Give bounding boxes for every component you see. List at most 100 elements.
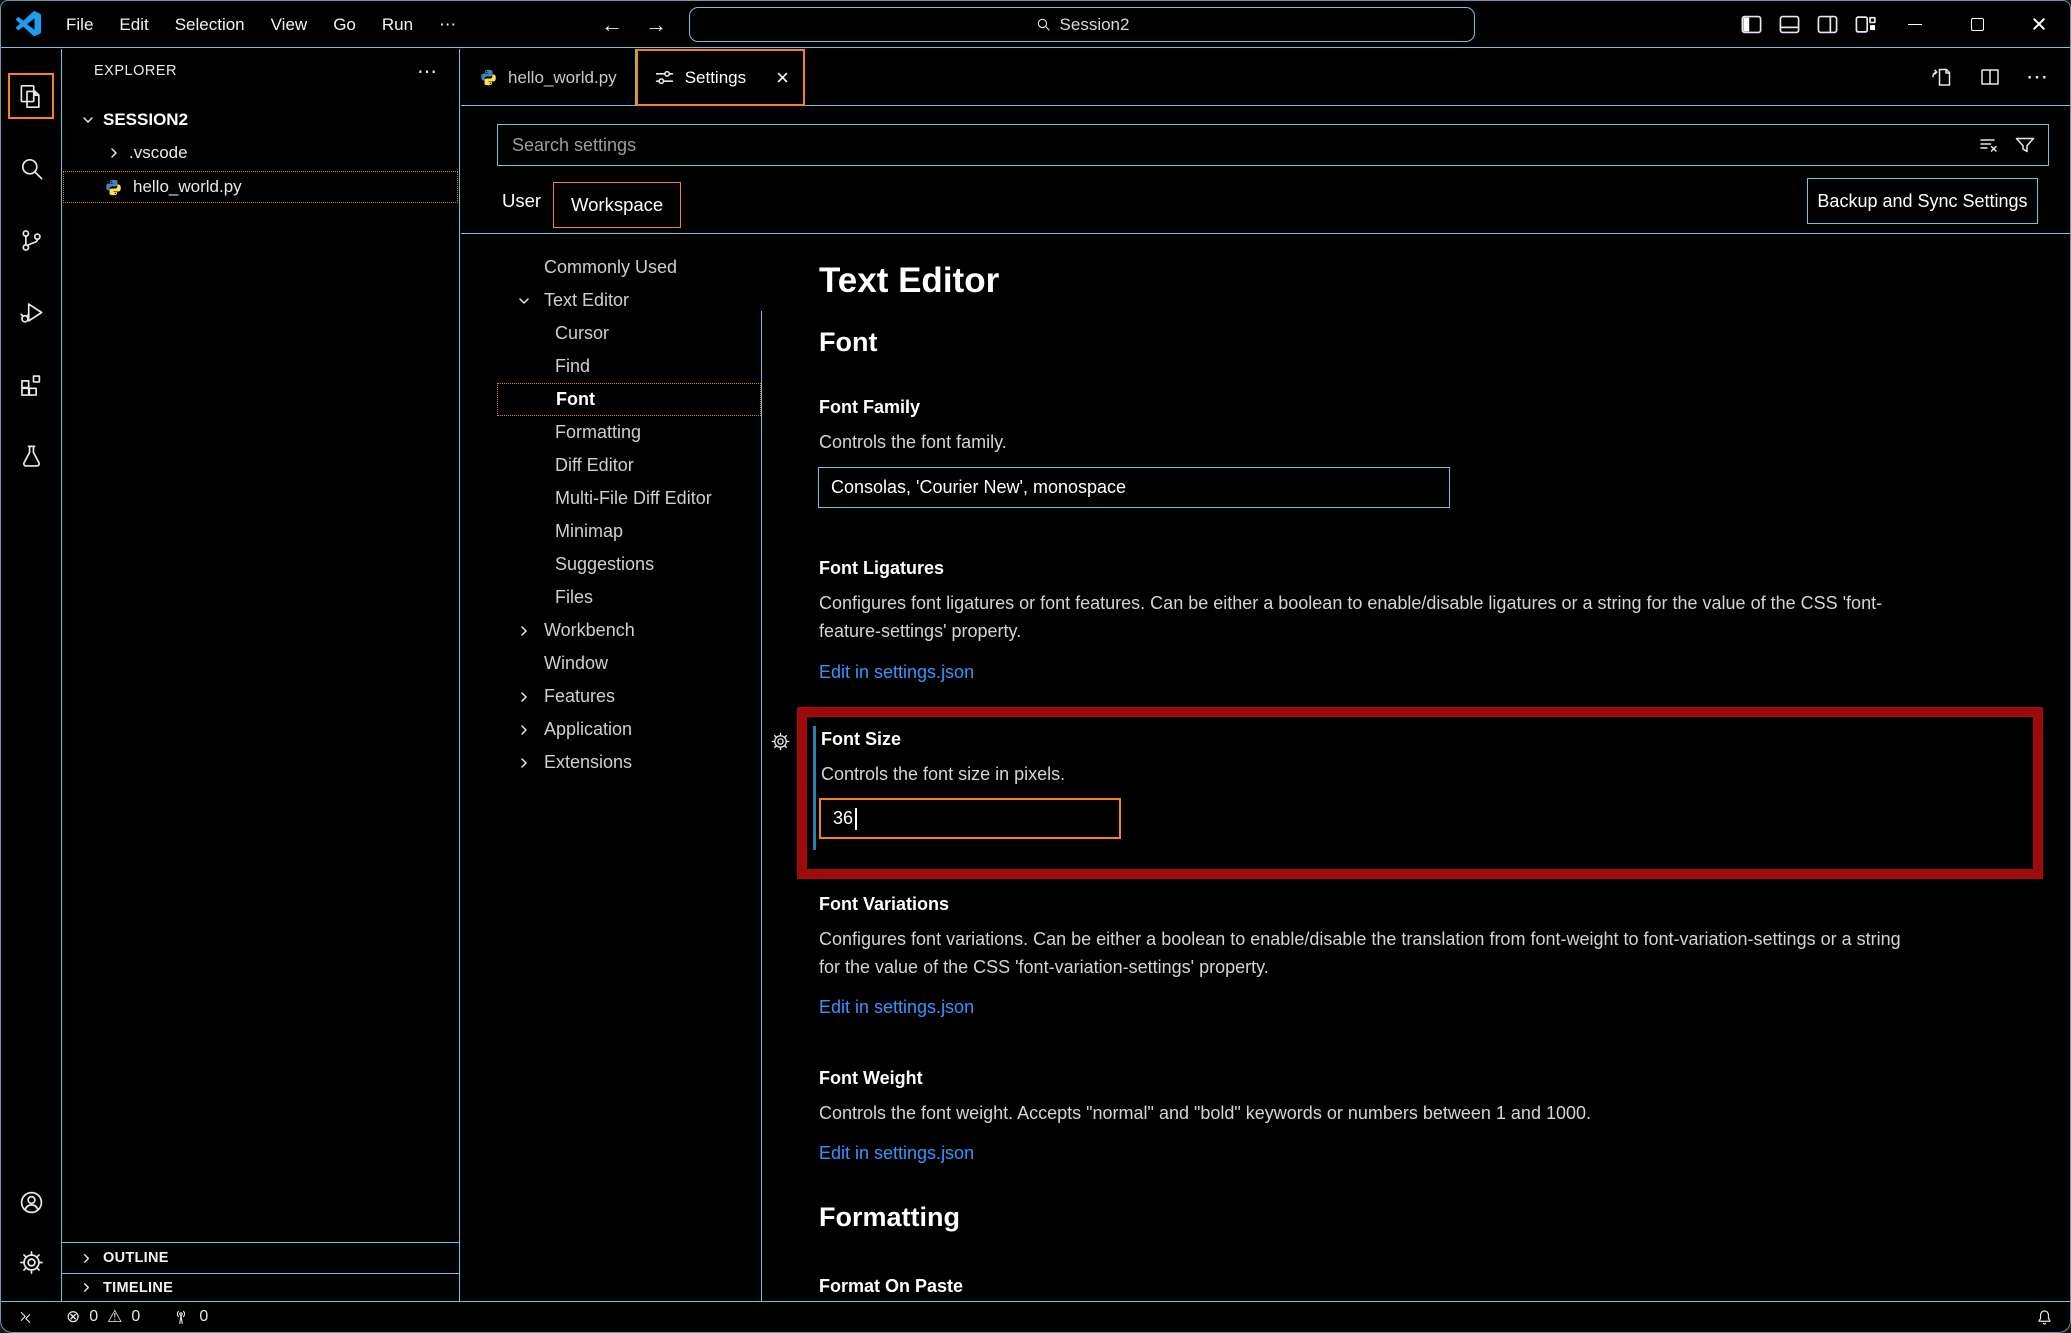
activity-search-icon[interactable] xyxy=(8,145,54,191)
tab-close-icon[interactable]: × xyxy=(776,67,789,89)
font-family-label: Font Family xyxy=(819,397,920,418)
font-ligatures-edit-settings-link[interactable]: Edit in settings.json xyxy=(819,662,974,683)
tab-hello-world-py[interactable]: hello_world.py xyxy=(461,49,636,106)
status-bar: ⊗ 0 ⚠ 0 0 xyxy=(1,1301,2070,1332)
outline-section[interactable]: OUTLINE xyxy=(62,1242,459,1273)
minimize-button[interactable] xyxy=(1884,1,1946,48)
activity-testing-icon[interactable] xyxy=(8,433,54,479)
menu-go[interactable]: Go xyxy=(320,1,369,48)
clear-settings-search-icon[interactable] xyxy=(1978,134,2000,156)
menu-run[interactable]: Run xyxy=(369,1,426,48)
close-icon: × xyxy=(2031,11,2047,38)
toc-files[interactable]: Files xyxy=(497,581,761,614)
font-size-input[interactable]: 36 xyxy=(819,798,1121,839)
menu-file[interactable]: File xyxy=(53,1,106,48)
open-changes-icon[interactable] xyxy=(1930,65,1954,89)
chevron-right-icon xyxy=(517,624,531,638)
maximize-button[interactable] xyxy=(1946,1,2008,48)
font-variations-edit-settings-link[interactable]: Edit in settings.json xyxy=(819,997,974,1018)
radio-tower-icon[interactable] xyxy=(172,1308,190,1326)
folder-label: .vscode xyxy=(129,143,188,163)
chevron-down-icon xyxy=(517,294,531,308)
close-button[interactable]: × xyxy=(2008,1,2070,48)
tab-label: hello_world.py xyxy=(508,68,617,88)
chevron-right-icon xyxy=(80,1281,93,1294)
activity-extensions-icon[interactable] xyxy=(8,361,54,407)
nav-back-icon[interactable]: ← xyxy=(601,1,623,48)
nav-forward-icon[interactable]: → xyxy=(645,1,667,48)
warning-icon[interactable]: ⚠ xyxy=(107,1307,122,1327)
menu-view[interactable]: View xyxy=(258,1,321,48)
toc-sash[interactable] xyxy=(761,311,762,1301)
tab-bar: hello_world.py Settings × ⋯ xyxy=(461,49,2070,106)
menu-more[interactable]: ⋯ xyxy=(426,1,469,48)
font-ligatures-description: feature-settings' property. xyxy=(819,621,1021,642)
settings-toc: Commonly Used Text Editor Cursor Find Fo… xyxy=(497,251,761,779)
warning-count[interactable]: 0 xyxy=(131,1308,140,1326)
accounts-icon[interactable] xyxy=(8,1179,54,1225)
font-family-input[interactable] xyxy=(818,467,1450,508)
timeline-section[interactable]: TIMELINE xyxy=(62,1273,459,1301)
explorer-more-actions-icon[interactable]: ⋯ xyxy=(417,59,437,84)
font-weight-description: Controls the font weight. Accepts "norma… xyxy=(819,1103,1591,1124)
menu-edit[interactable]: Edit xyxy=(106,1,161,48)
command-center-search[interactable]: Session2 xyxy=(689,7,1475,42)
toc-window[interactable]: Window xyxy=(497,647,761,680)
python-file-icon xyxy=(104,178,123,197)
tree-item-vscode-folder[interactable]: .vscode xyxy=(63,138,458,168)
toc-extensions[interactable]: Extensions xyxy=(497,746,761,779)
toc-workbench[interactable]: Workbench xyxy=(497,614,761,647)
activity-explorer-icon[interactable] xyxy=(8,73,54,119)
filter-settings-icon[interactable] xyxy=(2014,134,2036,156)
modified-setting-indicator xyxy=(813,726,816,850)
scope-tab-user[interactable]: User xyxy=(502,190,541,212)
vscode-logo-icon xyxy=(15,11,41,37)
font-weight-edit-settings-link[interactable]: Edit in settings.json xyxy=(819,1143,974,1164)
toc-text-editor[interactable]: Text Editor xyxy=(497,284,761,317)
manage-gear-icon[interactable] xyxy=(8,1239,54,1285)
backup-sync-settings-button[interactable]: Backup and Sync Settings xyxy=(1807,178,2038,224)
tab-settings[interactable]: Settings × xyxy=(636,49,805,106)
ports-count[interactable]: 0 xyxy=(199,1308,208,1326)
format-on-paste-label: Format On Paste xyxy=(819,1276,963,1297)
explorer-title: EXPLORER xyxy=(94,63,177,79)
error-count[interactable]: 0 xyxy=(89,1308,98,1326)
settings-editor: User Workspace Backup and Sync Settings … xyxy=(461,106,2070,1301)
remote-indicator-icon[interactable] xyxy=(17,1309,34,1326)
font-variations-description: for the value of the CSS 'font-variation… xyxy=(819,957,1269,978)
toc-formatting[interactable]: Formatting xyxy=(497,416,761,449)
tab-label: Settings xyxy=(685,68,746,88)
split-editor-icon[interactable] xyxy=(1978,65,2002,89)
editor-more-actions-icon[interactable]: ⋯ xyxy=(2026,64,2050,90)
toc-features[interactable]: Features xyxy=(497,680,761,713)
setting-gear-icon[interactable] xyxy=(770,731,791,752)
minimize-icon xyxy=(1908,24,1922,26)
tree-item-session2[interactable]: SESSION2 xyxy=(63,105,458,135)
activity-run-debug-icon[interactable] xyxy=(8,289,54,335)
toc-application[interactable]: Application xyxy=(497,713,761,746)
file-label: hello_world.py xyxy=(133,177,242,197)
activity-source-control-icon[interactable] xyxy=(8,217,54,263)
menu-selection[interactable]: Selection xyxy=(162,1,258,48)
toc-suggestions[interactable]: Suggestions xyxy=(497,548,761,581)
menu-bar: File Edit Selection View Go Run ⋯ xyxy=(53,1,469,48)
customize-layout-icon[interactable] xyxy=(1846,1,1884,48)
toggle-panel-icon[interactable] xyxy=(1770,1,1808,48)
toggle-secondary-sidebar-icon[interactable] xyxy=(1808,1,1846,48)
notifications-bell-icon[interactable] xyxy=(2035,1308,2054,1327)
scope-tab-workspace[interactable]: Workspace xyxy=(553,182,681,228)
search-box-actions xyxy=(1978,134,2048,156)
command-center-text: Session2 xyxy=(1060,15,1130,35)
toc-commonly-used[interactable]: Commonly Used xyxy=(497,251,761,284)
chevron-right-icon xyxy=(107,146,121,160)
toggle-primary-sidebar-icon[interactable] xyxy=(1732,1,1770,48)
toc-find[interactable]: Find xyxy=(497,350,761,383)
tree-item-hello-world-py[interactable]: hello_world.py xyxy=(63,171,458,203)
toc-cursor[interactable]: Cursor xyxy=(497,317,761,350)
toc-font[interactable]: Font xyxy=(497,383,761,416)
toc-minimap[interactable]: Minimap xyxy=(497,515,761,548)
toc-multi-file-diff-editor[interactable]: Multi-File Diff Editor xyxy=(497,482,761,515)
settings-search-input[interactable] xyxy=(498,125,1978,165)
toc-diff-editor[interactable]: Diff Editor xyxy=(497,449,761,482)
error-icon[interactable]: ⊗ xyxy=(66,1307,80,1327)
